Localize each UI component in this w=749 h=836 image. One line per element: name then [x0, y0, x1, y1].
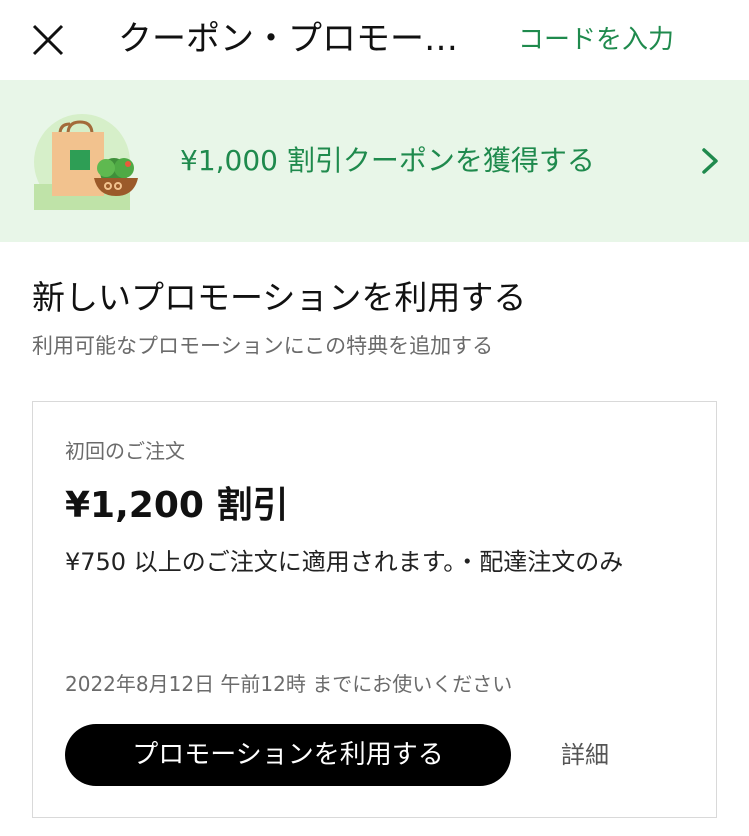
details-link[interactable]: 詳細: [561, 736, 641, 774]
enter-code-link[interactable]: コードを入力: [518, 20, 718, 60]
coupon-banner[interactable]: ¥1,000 割引クーポンを獲得する: [0, 80, 749, 242]
grocery-bag-illustration: [30, 112, 142, 212]
promo-card: 初回のご注文 ¥1,200 割引 ¥750 以上のご注文に適用されます。・配達注…: [32, 401, 717, 818]
apply-promotion-button[interactable]: プロモーションを利用する: [65, 724, 511, 786]
promo-description: ¥750 以上のご注文に適用されます。・配達注文のみ: [65, 548, 624, 576]
page-title: クーポン・プロモー…: [118, 19, 458, 59]
top-bar: クーポン・プロモー… コードを入力: [0, 0, 749, 80]
section-subtitle: 利用可能なプロモーションにこの特典を追加する: [32, 334, 494, 358]
promo-eyebrow: 初回のご注文: [65, 439, 185, 463]
promo-amount: ¥1,200 割引: [65, 485, 289, 526]
promo-expiry: 2022年8月12日 午前12時 までにお使いください: [65, 672, 513, 696]
section-title: 新しいプロモーションを利用する: [32, 278, 527, 317]
coupon-banner-text: ¥1,000 割引クーポンを獲得する: [180, 144, 595, 177]
close-icon: [28, 20, 68, 60]
close-button[interactable]: [28, 20, 68, 60]
chevron-right-icon: [696, 144, 724, 178]
